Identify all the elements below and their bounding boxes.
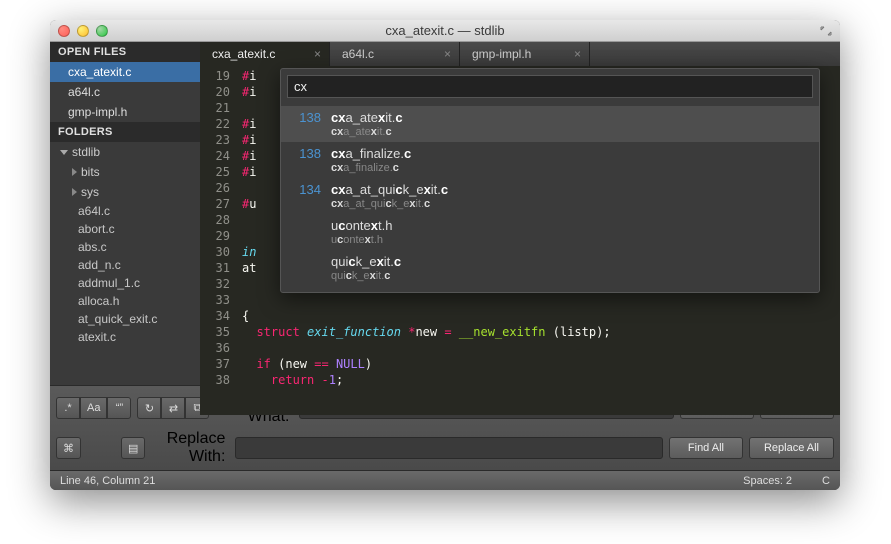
replace-label: Replace With:	[151, 430, 229, 466]
preserve-case-toggle[interactable]: ⌘	[56, 437, 81, 459]
titlebar: cxa_atexit.c — stdlib	[50, 20, 840, 42]
syntax-setting[interactable]: C	[822, 475, 830, 487]
folder-item[interactable]: bits	[50, 162, 200, 182]
indent-setting[interactable]: Spaces: 2	[743, 475, 792, 487]
line-gutter: 19 20 21 22 23 24 25 26 27 28 29 30 31 3…	[200, 66, 238, 415]
file-item[interactable]: at_quick_exit.c	[50, 310, 200, 328]
open-file-item[interactable]: cxa_atexit.c	[50, 62, 200, 82]
palette-result-item[interactable]: 134 cxa_at_quick_exit.ccxa_at_quick_exit.…	[281, 178, 819, 214]
case-sensitive-toggle[interactable]: Aa	[80, 397, 107, 419]
file-item[interactable]: add_n.c	[50, 256, 200, 274]
match-score: 134	[291, 182, 321, 197]
folder-root[interactable]: stdlib	[50, 142, 200, 162]
find-all-button[interactable]: Find All	[669, 437, 743, 459]
palette-results: 138 cxa_atexit.ccxa_atexit.c 138 cxa_finali…	[281, 104, 819, 292]
app-window: cxa_atexit.c — stdlib OPEN FILES cxa_ate…	[50, 20, 840, 490]
file-item[interactable]: addmul_1.c	[50, 274, 200, 292]
file-item[interactable]: atexit.c	[50, 328, 200, 346]
close-tab-icon[interactable]: ×	[314, 47, 321, 61]
palette-result-item[interactable]: ucontext.hucontext.h	[281, 214, 819, 250]
whole-word-toggle[interactable]: “”	[107, 397, 131, 419]
close-tab-icon[interactable]: ×	[444, 47, 451, 61]
tab-bar: cxa_atexit.c× a64l.c× gmp-impl.h×	[200, 42, 840, 66]
palette-search-input[interactable]	[287, 75, 813, 98]
disclosure-right-icon	[72, 188, 77, 196]
result-path: cxa_finalize.c	[331, 162, 809, 174]
open-file-item[interactable]: gmp-impl.h	[50, 102, 200, 122]
open-files-header: OPEN FILES	[50, 42, 200, 62]
file-item[interactable]: a64l.c	[50, 202, 200, 220]
goto-anything-palette: 138 cxa_atexit.ccxa_atexit.c 138 cxa_finali…	[280, 68, 820, 293]
result-path: quick_exit.c	[331, 270, 809, 282]
replace-all-button[interactable]: Replace All	[749, 437, 834, 459]
result-name: cxa_at_quick_exit.c	[331, 182, 809, 197]
palette-result-item[interactable]: 138 cxa_atexit.ccxa_atexit.c	[281, 106, 819, 142]
cursor-position: Line 46, Column 21	[60, 475, 155, 487]
match-score: 138	[291, 110, 321, 125]
match-score: 138	[291, 146, 321, 161]
sidebar: OPEN FILES cxa_atexit.c a64l.c gmp-impl.…	[50, 42, 200, 415]
window-title: cxa_atexit.c — stdlib	[50, 23, 840, 38]
show-context-toggle[interactable]: ▤	[121, 437, 145, 459]
result-name: cxa_finalize.c	[331, 146, 809, 161]
in-selection-toggle[interactable]: ⇄	[161, 397, 185, 419]
result-path: cxa_at_quick_exit.c	[331, 198, 809, 210]
tab[interactable]: a64l.c×	[330, 42, 460, 66]
result-path: ucontext.h	[331, 234, 809, 246]
tab[interactable]: cxa_atexit.c×	[200, 42, 330, 66]
file-item[interactable]: abort.c	[50, 220, 200, 238]
tab[interactable]: gmp-impl.h×	[460, 42, 590, 66]
editor-area: cxa_atexit.c× a64l.c× gmp-impl.h× 19 20 …	[200, 42, 840, 415]
regex-toggle[interactable]: .*	[56, 397, 80, 419]
result-path: cxa_atexit.c	[331, 126, 809, 138]
open-file-item[interactable]: a64l.c	[50, 82, 200, 102]
palette-result-item[interactable]: quick_exit.cquick_exit.c	[281, 250, 819, 286]
folders-header: FOLDERS	[50, 122, 200, 142]
replace-input[interactable]	[235, 437, 663, 459]
close-tab-icon[interactable]: ×	[574, 47, 581, 61]
result-name: cxa_atexit.c	[331, 110, 809, 125]
file-item[interactable]: abs.c	[50, 238, 200, 256]
disclosure-down-icon	[60, 150, 68, 155]
result-name: quick_exit.c	[331, 254, 809, 269]
result-name: ucontext.h	[331, 218, 809, 233]
wrap-toggle[interactable]: ↻	[137, 397, 161, 419]
file-item[interactable]: alloca.h	[50, 292, 200, 310]
disclosure-right-icon	[72, 168, 77, 176]
folder-item[interactable]: sys	[50, 182, 200, 202]
content-area: OPEN FILES cxa_atexit.c a64l.c gmp-impl.…	[50, 42, 840, 415]
palette-result-item[interactable]: 138 cxa_finalize.ccxa_finalize.c	[281, 142, 819, 178]
status-bar: Line 46, Column 21 Spaces: 2 C	[50, 470, 840, 490]
